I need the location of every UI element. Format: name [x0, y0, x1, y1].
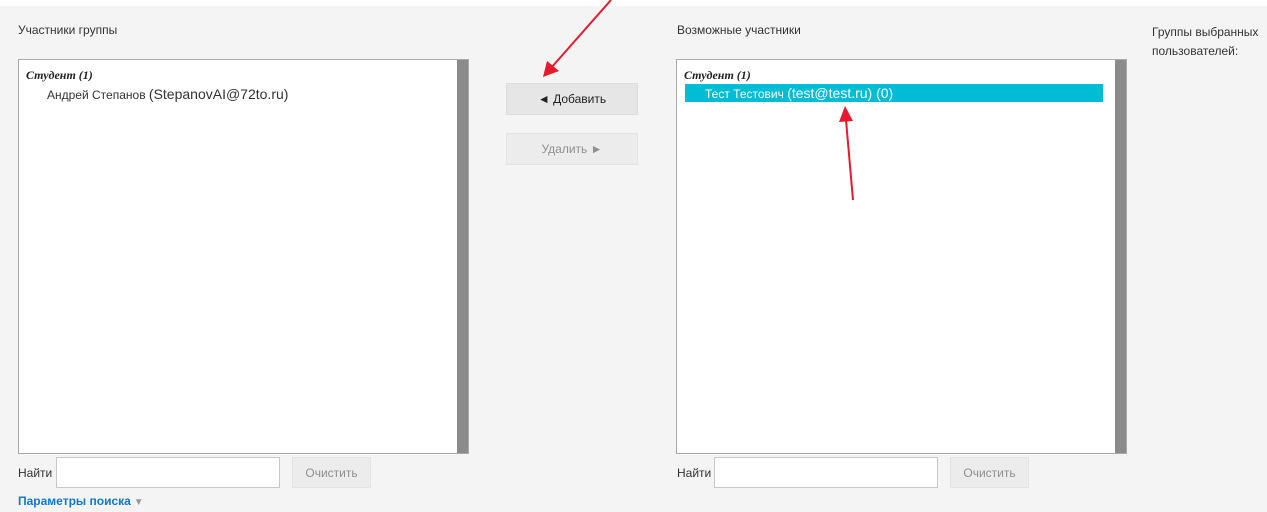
optgroup-student: Студент (1)	[26, 68, 93, 82]
right-search-label: Найти	[677, 466, 712, 480]
left-search-label: Найти	[18, 466, 53, 480]
member-option[interactable]: Андрей Степанов (StepanovAI@72to.ru)	[27, 85, 288, 103]
candidate-email: (test@test.ru) (0)	[787, 85, 894, 101]
optgroup-student: Студент (1)	[684, 68, 751, 82]
caret-down-icon: ▼	[133, 497, 144, 508]
search-params-link[interactable]: Параметры поиска ▼	[18, 494, 144, 508]
candidate-name: Тест Тестович	[705, 87, 784, 101]
search-params-label: Параметры поиска	[18, 494, 131, 508]
group-members-listbox[interactable]: Студент (1) Андрей Степанов (StepanovAI@…	[18, 59, 469, 454]
groups-title-line2: пользователей:	[1152, 44, 1239, 58]
right-clear-button[interactable]: Очистить	[950, 457, 1029, 488]
top-strip	[0, 0, 1267, 6]
potential-members-listbox[interactable]: Студент (1) Тест Тестович (test@test.ru)…	[676, 59, 1127, 454]
potential-members-title: Возможные участники	[677, 23, 801, 37]
listbox-scrollbar[interactable]	[457, 60, 468, 453]
add-button[interactable]: ◄ Добавить	[506, 83, 638, 115]
groups-title-line1: Группы выбранных	[1152, 25, 1259, 39]
right-search-input[interactable]	[714, 457, 938, 488]
remove-button[interactable]: Удалить ►	[506, 133, 638, 165]
group-members-title: Участники группы	[18, 23, 118, 37]
left-search-input[interactable]	[56, 457, 280, 488]
listbox-scrollbar[interactable]	[1115, 60, 1126, 453]
annotation-arrow-add	[543, 0, 612, 77]
candidate-option[interactable]: Тест Тестович (test@test.ru) (0)	[685, 84, 1103, 102]
member-name: Андрей Степанов	[47, 88, 146, 102]
left-clear-button[interactable]: Очистить	[292, 457, 371, 488]
member-email: (StepanovAI@72to.ru)	[148, 86, 289, 102]
selected-users-groups-title: Группы выбранных пользователей:	[1152, 23, 1258, 61]
